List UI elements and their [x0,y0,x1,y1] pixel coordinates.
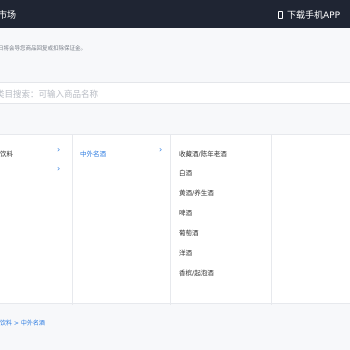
chevron-right-icon: › [57,145,61,154]
notice-text: 日将会导您商品回复或扣除保证金。 [0,46,87,52]
category-level-1-column: 饮料 › › [0,135,73,305]
category-level-3-item[interactable]: 葡萄酒 [179,227,199,237]
category-level-3-item[interactable]: 香槟/起泡酒 [179,267,214,277]
category-selector: 饮料 › › 中外名酒 › 收藏酒/陈年老酒 白酒 黄酒/养生酒 啤酒 葡萄酒 … [0,134,350,305]
category-search-input[interactable]: 类目搜索：可输入商品名称 [0,88,98,100]
category-level-3-item[interactable]: 白酒 [179,167,192,177]
category-level-1-item[interactable]: 饮料 [0,148,13,158]
download-app-link[interactable]: 下载手机APP [277,8,340,21]
category-level-3-item[interactable]: 黄酒/养生酒 [179,187,214,197]
selected-category-breadcrumb: 饮料 > 中外名酒 [0,320,45,327]
chevron-right-icon: › [159,145,163,154]
download-app-label: 下载手机APP [286,11,340,21]
category-search-box[interactable]: 类目搜索：可输入商品名称 [0,82,350,104]
category-level-3-column: 收藏酒/陈年老酒 白酒 黄酒/养生酒 啤酒 葡萄酒 洋酒 香槟/起泡酒 [171,135,272,305]
category-level-3-item[interactable]: 洋酒 [179,247,192,257]
mobile-phone-icon [277,10,283,19]
category-level-2-item[interactable]: 中外名酒 [80,148,106,158]
page-title: 市场 [0,11,17,21]
category-level-3-item[interactable]: 啤酒 [179,207,192,217]
category-level-3-item[interactable]: 收藏酒/陈年老酒 [179,148,227,158]
chevron-right-icon[interactable]: › [57,164,60,173]
top-navigation-bar: 市场 下载手机APP [0,0,350,28]
category-level-2-column: 中外名酒 › [73,135,171,305]
